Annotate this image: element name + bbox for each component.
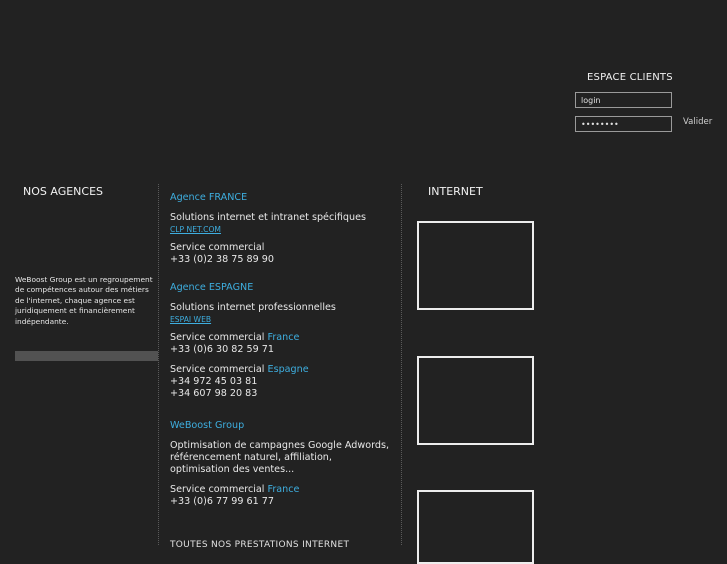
agency-france-service: Service commercial [170,242,265,253]
client-area-title: ESPACE CLIENTS [587,72,673,83]
agency-france-desc: Solutions internet et intranet spécifiqu… [170,212,366,223]
agency-espagne-title[interactable]: Agence ESPAGNE [170,282,395,294]
all-services-link[interactable]: TOUTES NOS PRESTATIONS INTERNET [170,540,349,550]
location-france: France [267,484,300,495]
agency-france: Agence FRANCE Solutions internet et intr… [170,192,395,266]
service-label: Service commercial [170,484,265,495]
password-input[interactable] [575,116,672,132]
agencies-list: Agence FRANCE Solutions internet et intr… [170,192,395,508]
agencies-title: NOS AGENCES [23,185,104,198]
location-espagne: Espagne [267,364,309,375]
decorative-bar [15,351,158,361]
agency-france-title[interactable]: Agence FRANCE [170,192,395,204]
agency-espagne-phone-es-1: +34 972 45 03 81 [170,376,258,387]
agency-espagne-link[interactable]: ESPAI WEB [170,314,211,326]
login-input[interactable] [575,92,672,108]
agency-weboost-desc-1: Optimisation de campagnes Google Adwords… [170,440,390,451]
agencies-intro: WeBoost Group est un regroupement de com… [15,275,153,326]
agency-espagne-desc: Solutions internet professionnelles [170,302,336,313]
internet-title: INTERNET [428,185,483,198]
thumbnail-frame[interactable] [417,356,534,445]
location-france: France [267,332,300,343]
column-divider-right [401,184,402,545]
agency-france-link[interactable]: CLP NET.COM [170,224,221,236]
agency-weboost-desc-2: référencement naturel, affiliation, [170,452,332,463]
service-label: Service commercial [170,332,265,343]
thumbnail-frame[interactable] [417,490,534,564]
submit-button[interactable]: Valider [683,117,712,127]
agency-espagne: Agence ESPAGNE Solutions internet profes… [170,282,395,400]
column-divider-left [158,184,159,545]
agency-weboost-phone: +33 (0)6 77 99 61 77 [170,496,275,507]
agency-espagne-service-france: Service commercial France [170,332,395,344]
agency-weboost: WeBoost Group Optimisation de campagnes … [170,420,395,508]
agency-weboost-title[interactable]: WeBoost Group [170,420,395,432]
agency-espagne-phone-es-2: +34 607 98 20 83 [170,388,258,399]
agency-weboost-service: Service commercial France [170,484,395,496]
agency-espagne-service-espagne: Service commercial Espagne [170,364,395,376]
agency-weboost-desc-3: optimisation des ventes... [170,464,295,475]
thumbnail-frame[interactable] [417,221,534,310]
agency-france-phone: +33 (0)2 38 75 89 90 [170,254,275,265]
agency-espagne-phone-france: +33 (0)6 30 82 59 71 [170,344,275,355]
service-label: Service commercial [170,364,265,375]
